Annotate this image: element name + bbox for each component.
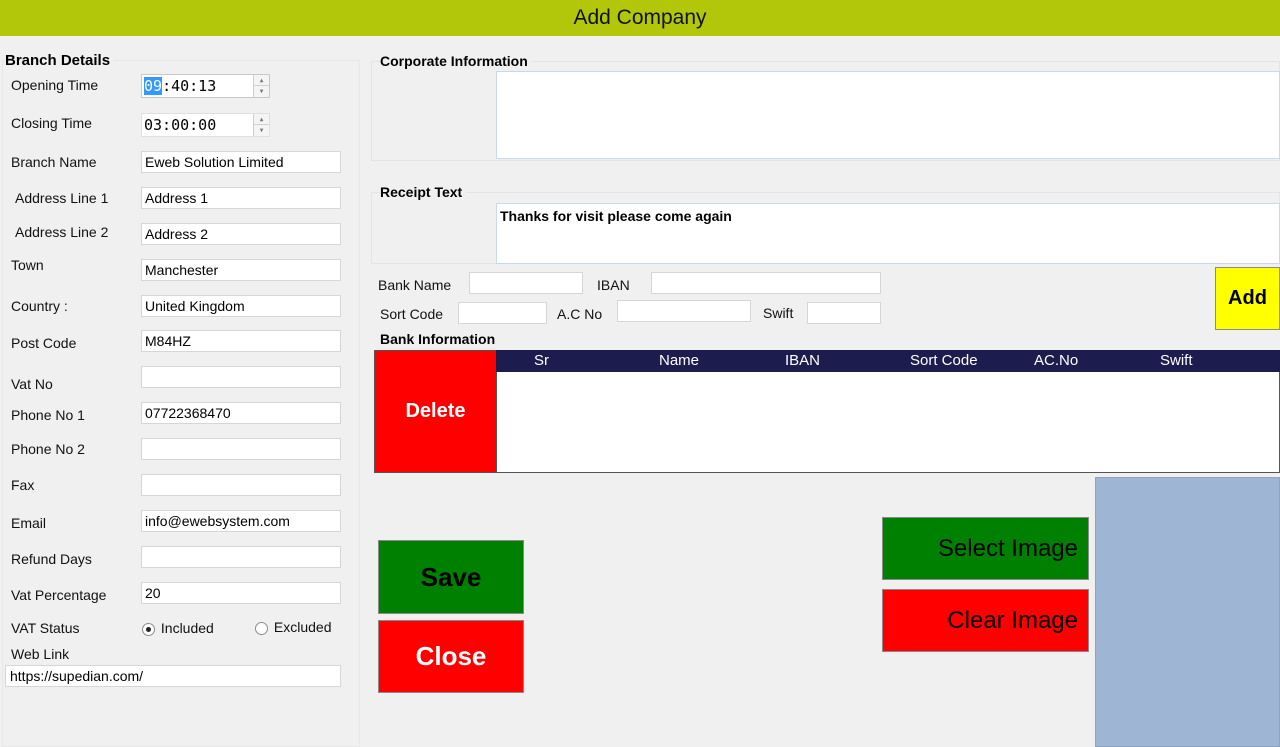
post-code-label: Post Code: [11, 335, 77, 351]
bank-name-label: Bank Name: [378, 277, 452, 293]
save-button[interactable]: Save: [378, 540, 524, 614]
spin-up-icon[interactable]: ▲: [254, 75, 269, 86]
iban-label: IBAN: [597, 277, 630, 293]
branch-name-input[interactable]: Eweb Solution Limited: [141, 151, 341, 173]
phone1-input[interactable]: 07722368470: [141, 402, 341, 424]
country-label: Country :: [11, 298, 68, 314]
bank-name-input[interactable]: [469, 272, 583, 294]
vat-excluded-radio[interactable]: Excluded: [255, 619, 331, 635]
vat-no-label: Vat No: [11, 376, 53, 392]
vat-percentage-input[interactable]: 20: [141, 582, 341, 604]
radio-selected-icon[interactable]: [142, 622, 155, 636]
address1-input[interactable]: Address 1: [141, 187, 341, 209]
fax-input[interactable]: [141, 474, 341, 496]
phone2-input[interactable]: [141, 438, 341, 460]
ac-no-input[interactable]: [617, 300, 751, 322]
closing-time-value[interactable]: 03:00:00: [144, 116, 216, 134]
receipt-title: Receipt Text: [380, 184, 467, 200]
column-header-sort-code[interactable]: Sort Code: [910, 352, 978, 369]
town-label: Town: [11, 257, 44, 273]
closing-time-spinner[interactable]: ▲ ▼: [253, 114, 269, 136]
vat-included-label[interactable]: Included: [161, 620, 214, 636]
town-input[interactable]: Manchester: [141, 259, 341, 281]
swift-label: Swift: [763, 305, 794, 321]
branch-details-title: Branch Details: [5, 52, 115, 69]
iban-input[interactable]: [651, 272, 881, 294]
opening-time-picker[interactable]: 09:40:13 ▲ ▼: [141, 74, 270, 98]
fax-label: Fax: [11, 477, 35, 493]
column-header-iban[interactable]: IBAN: [785, 352, 820, 369]
delete-bank-button[interactable]: Delete: [374, 350, 497, 473]
refund-days-label: Refund Days: [11, 551, 92, 567]
phone1-label: Phone No 1: [11, 407, 85, 423]
email-input[interactable]: info@ewebsystem.com: [141, 510, 341, 532]
address1-label: Address Line 1: [15, 190, 109, 206]
opening-time-rest[interactable]: :40:13: [162, 77, 216, 95]
window-title: Add Company: [0, 0, 1280, 36]
sort-code-input[interactable]: [458, 302, 547, 324]
ac-no-label: A.C No: [557, 306, 603, 322]
email-label: Email: [11, 515, 47, 531]
opening-time-spinner[interactable]: ▲ ▼: [253, 75, 269, 97]
bank-info-title: Bank Information: [380, 331, 496, 347]
clear-image-button[interactable]: Clear Image: [882, 589, 1089, 652]
closing-time-picker[interactable]: 03:00:00 ▲ ▼: [141, 113, 270, 137]
receipt-textarea[interactable]: Thanks for visit please come again: [496, 203, 1280, 264]
address2-input[interactable]: Address 2: [141, 223, 341, 245]
closing-time-label: Closing Time: [11, 115, 92, 131]
opening-time-hour[interactable]: 09: [144, 77, 163, 95]
bank-grid-header: Sr Name IBAN Sort Code AC.No Swift: [496, 350, 1280, 372]
corporate-title: Corporate Information: [380, 53, 532, 69]
branch-name-label: Branch Name: [11, 154, 97, 170]
refund-days-input[interactable]: [141, 546, 341, 568]
opening-time-label: Opening Time: [11, 77, 99, 93]
vat-status-label: VAT Status: [11, 620, 80, 636]
column-header-ac-no[interactable]: AC.No: [1034, 352, 1078, 369]
web-link-input[interactable]: https://supedian.com/: [5, 665, 341, 687]
vat-included-radio[interactable]: Included: [142, 620, 214, 636]
vat-percentage-label: Vat Percentage: [11, 587, 107, 603]
add-bank-button[interactable]: Add: [1215, 267, 1280, 330]
country-input[interactable]: United Kingdom: [141, 295, 341, 317]
vat-no-input[interactable]: [141, 366, 341, 388]
vat-excluded-label[interactable]: Excluded: [274, 619, 332, 635]
post-code-input[interactable]: M84HZ: [141, 330, 341, 352]
web-link-label: Web Link: [11, 646, 70, 662]
radio-unselected-icon[interactable]: [255, 621, 268, 635]
phone2-label: Phone No 2: [11, 441, 85, 457]
column-header-swift[interactable]: Swift: [1160, 352, 1193, 369]
close-button[interactable]: Close: [378, 620, 524, 693]
column-header-sr[interactable]: Sr: [534, 352, 549, 369]
swift-input[interactable]: [807, 302, 881, 324]
spin-down-icon[interactable]: ▼: [254, 125, 269, 136]
column-header-name[interactable]: Name: [659, 352, 699, 369]
spin-up-icon[interactable]: ▲: [254, 114, 269, 125]
select-image-button[interactable]: Select Image: [882, 517, 1089, 580]
spin-down-icon[interactable]: ▼: [254, 86, 269, 97]
corporate-textarea[interactable]: [496, 71, 1280, 159]
address2-label: Address Line 2: [15, 224, 109, 240]
image-preview[interactable]: [1095, 477, 1280, 747]
sort-code-label: Sort Code: [380, 306, 444, 322]
